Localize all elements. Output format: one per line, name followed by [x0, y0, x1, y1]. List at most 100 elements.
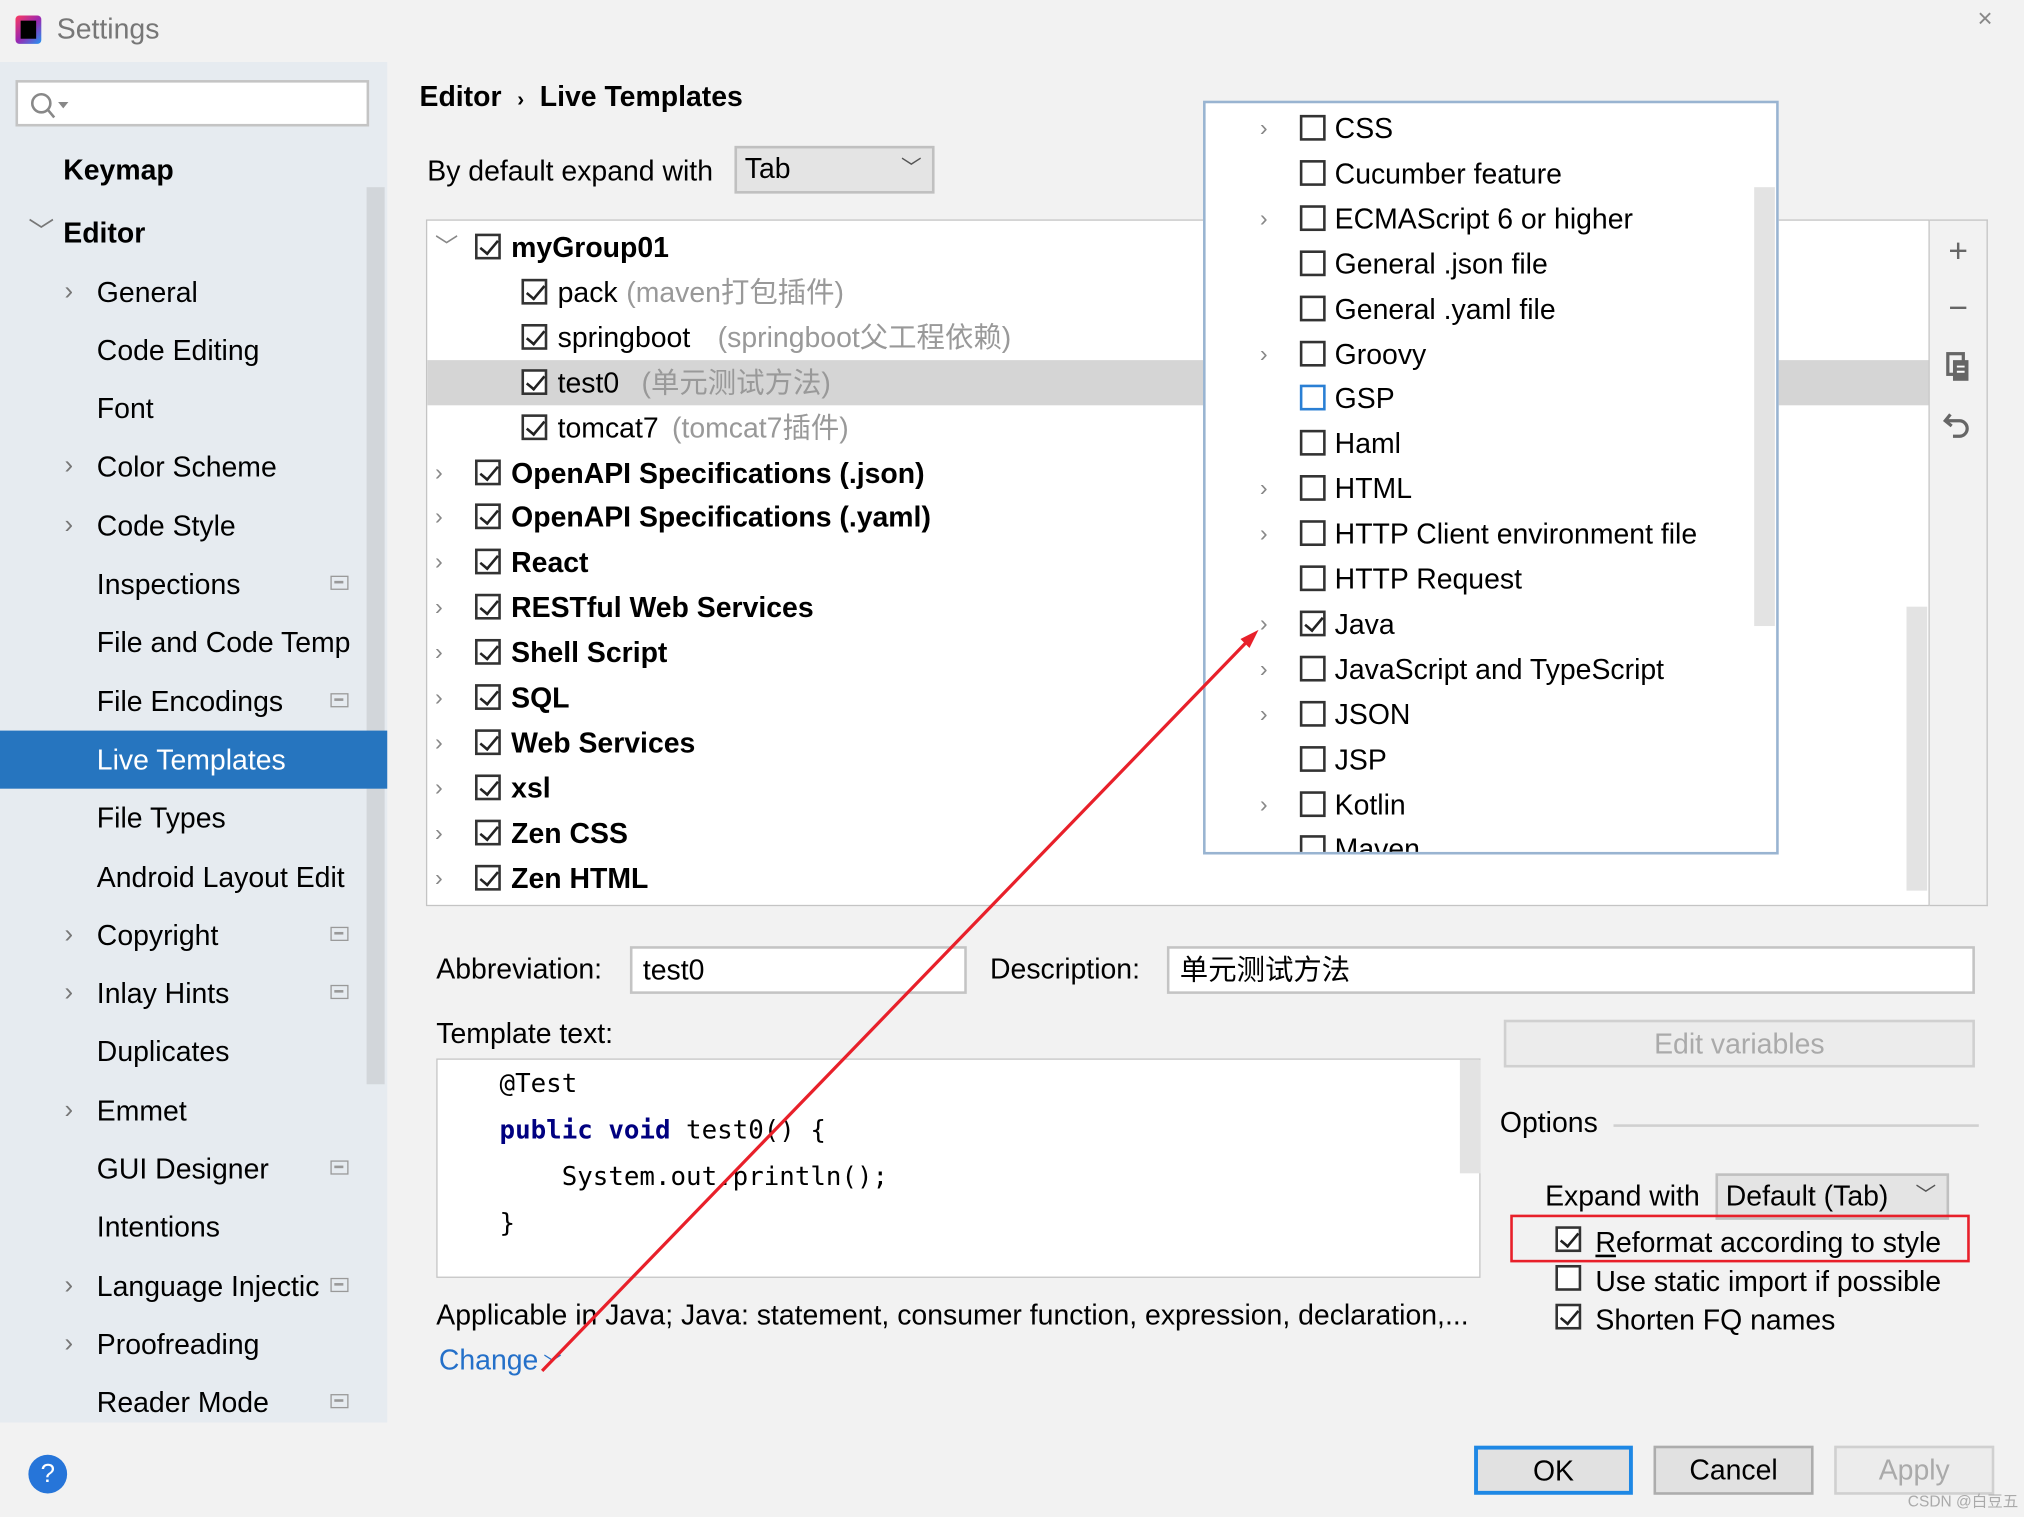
checkbox-icon[interactable] [475, 729, 501, 755]
checkbox-icon[interactable] [1299, 114, 1326, 141]
popup-scrollbar[interactable] [1754, 187, 1775, 627]
sidebar-item-live-templates[interactable]: Live Templates [0, 730, 388, 789]
chevron-right-icon[interactable]: › [435, 540, 443, 585]
context-row[interactable]: › HTML [1206, 466, 1777, 511]
change-link[interactable]: Change ﹀ [439, 1344, 562, 1378]
sidebar-item-font[interactable]: Font [0, 379, 387, 437]
context-row[interactable]: General .json file [1206, 241, 1777, 286]
chevron-right-icon[interactable]: › [1260, 511, 1268, 556]
sidebar-item-inspections[interactable]: Inspections [0, 555, 387, 613]
undo-icon[interactable] [1940, 409, 1976, 445]
chevron-right-icon[interactable]: › [1260, 646, 1268, 691]
chevron-down-icon[interactable]: ﹀ [435, 225, 458, 270]
context-row[interactable]: › JSON [1206, 691, 1777, 736]
checkbox-icon[interactable] [475, 594, 501, 620]
context-row[interactable]: Cucumber feature [1206, 151, 1777, 196]
sidebar-item-inlay-hints[interactable]: › Inlay Hints [0, 964, 387, 1022]
context-row[interactable]: General .yaml file [1206, 286, 1777, 331]
checkbox-icon[interactable] [1299, 655, 1326, 682]
checkbox-icon[interactable] [1299, 610, 1326, 637]
checkbox-icon[interactable] [475, 639, 501, 665]
chevron-right-icon[interactable]: › [65, 906, 74, 964]
chevron-right-icon[interactable]: › [1260, 196, 1268, 241]
expand-with-select[interactable]: Default (Tab) ﹀ [1715, 1173, 1950, 1220]
checkbox-icon[interactable] [1299, 475, 1326, 502]
sidebar-item-editor[interactable]: ﹀ Editor [0, 204, 387, 262]
context-row[interactable]: › ECMAScript 6 or higher [1206, 196, 1777, 241]
checkbox-icon[interactable] [1299, 790, 1326, 817]
context-row[interactable]: › CSS [1206, 106, 1777, 151]
sidebar-item-code-editing[interactable]: Code Editing [0, 321, 387, 379]
sidebar-item-intentions[interactable]: Intentions [0, 1198, 387, 1256]
checkbox-icon[interactable] [475, 864, 501, 891]
sidebar-item-copyright[interactable]: › Copyright [0, 906, 387, 964]
checkbox-icon[interactable] [1299, 385, 1326, 411]
checkbox-icon[interactable] [1299, 745, 1326, 772]
checkbox-icon[interactable] [475, 774, 501, 801]
remove-icon[interactable]: − [1940, 288, 1976, 328]
checkbox-icon[interactable] [1299, 159, 1326, 186]
apply-button[interactable]: Apply [1834, 1445, 1995, 1495]
editor-scrollbar[interactable] [1459, 1059, 1481, 1174]
context-row[interactable]: › HTTP Client environment file [1206, 511, 1777, 556]
checkbox-icon[interactable] [475, 548, 501, 575]
checkbox-icon[interactable] [1299, 835, 1326, 852]
tree-scrollbar[interactable] [1906, 606, 1928, 891]
template-text-editor[interactable]: @Test public void test0() { System.out.p… [436, 1058, 1481, 1278]
checkbox-icon[interactable] [521, 413, 548, 440]
checkbox-icon[interactable] [1299, 250, 1326, 276]
chevron-right-icon[interactable]: › [65, 497, 74, 555]
sidebar-item-reader-mode[interactable]: Reader Mode [0, 1373, 387, 1431]
context-row[interactable]: Haml [1206, 421, 1777, 466]
sidebar-item-keymap[interactable]: Keymap [0, 141, 387, 199]
breadcrumb-parent[interactable]: Editor [420, 80, 502, 112]
checkbox-icon[interactable] [1299, 700, 1326, 727]
sidebar-item-file-types[interactable]: File Types [0, 789, 387, 847]
context-row[interactable]: GSP [1206, 376, 1777, 421]
chevron-right-icon[interactable]: › [65, 964, 74, 1022]
chevron-right-icon[interactable]: › [65, 1257, 74, 1315]
add-icon[interactable]: + [1940, 231, 1976, 271]
context-row[interactable]: › Java [1206, 601, 1777, 646]
sidebar-item-duplicates[interactable]: Duplicates [0, 1022, 387, 1080]
chevron-right-icon[interactable]: › [435, 495, 443, 540]
sidebar-item-general[interactable]: › General [0, 263, 387, 321]
context-row[interactable]: JSP [1206, 737, 1777, 782]
chevron-right-icon[interactable]: › [435, 450, 443, 495]
checkbox-icon[interactable] [475, 503, 501, 530]
chevron-right-icon[interactable]: › [1260, 331, 1268, 376]
checkbox-icon[interactable] [475, 233, 501, 260]
chevron-right-icon[interactable]: › [435, 810, 443, 855]
context-row[interactable]: › JavaScript and TypeScript [1206, 646, 1777, 691]
checkbox-icon[interactable] [521, 278, 548, 305]
checkbox-icon[interactable] [475, 684, 501, 710]
checkbox-icon[interactable] [1299, 340, 1326, 366]
sidebar-item-language-injectic[interactable]: › Language Injectic [0, 1257, 387, 1315]
chevron-right-icon[interactable]: › [65, 1082, 74, 1140]
chevron-right-icon[interactable]: › [435, 855, 443, 900]
chevron-right-icon[interactable]: › [1260, 601, 1268, 646]
expand-default-select[interactable]: Tab ﹀ [734, 145, 935, 194]
context-row[interactable]: › Groovy [1206, 331, 1777, 376]
chevron-right-icon[interactable]: › [435, 630, 443, 675]
chevron-right-icon[interactable]: › [435, 720, 443, 765]
checkbox-icon[interactable] [521, 323, 548, 350]
sidebar-item-file-encodings[interactable]: File Encodings [0, 673, 387, 731]
sidebar-item-code-style[interactable]: › Code Style [0, 497, 387, 555]
help-icon[interactable]: ? [28, 1454, 68, 1494]
chevron-down-icon[interactable]: ﹀ [28, 204, 54, 262]
context-row[interactable]: › Kotlin [1206, 782, 1777, 827]
shorten-fq-checkbox[interactable]: Shorten FQ names [1555, 1295, 1981, 1340]
sidebar-item-proofreading[interactable]: › Proofreading [0, 1315, 387, 1373]
sidebar-item-file-and-code-temp[interactable]: File and Code Temp [0, 613, 387, 671]
context-row[interactable]: HTTP Request [1206, 556, 1777, 601]
sidebar-item-color-scheme[interactable]: › Color Scheme [0, 438, 387, 496]
search-input[interactable] [15, 80, 370, 127]
close-icon[interactable]: × [1978, 5, 1993, 35]
chevron-right-icon[interactable]: › [65, 263, 74, 321]
checkbox-icon[interactable] [475, 458, 501, 485]
checkbox-icon[interactable] [1299, 565, 1326, 592]
cancel-button[interactable]: Cancel [1653, 1445, 1814, 1495]
chevron-right-icon[interactable]: › [435, 585, 443, 630]
sidebar-item-android-layout-edit[interactable]: Android Layout Edit [0, 848, 387, 906]
